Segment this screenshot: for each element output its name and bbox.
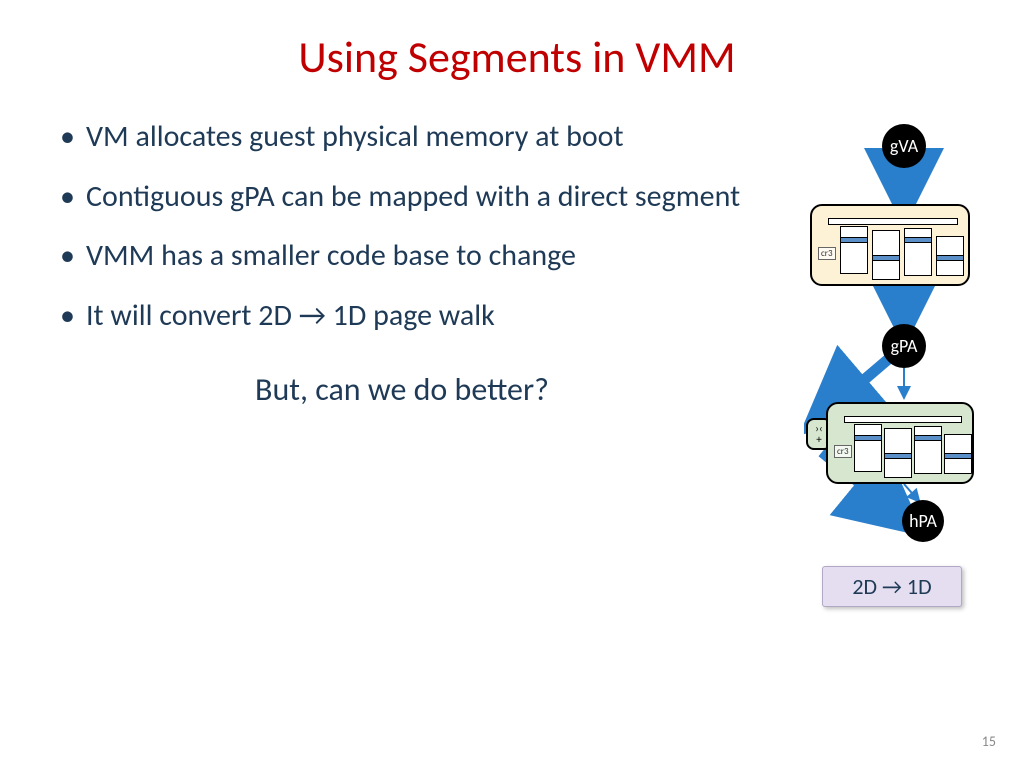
bullet-item: VMM has a smaller code base to change (86, 237, 784, 275)
slide-body: VM allocates guest physical memory at bo… (60, 118, 974, 410)
cr3-label: cr3 (818, 247, 836, 260)
slide: Using Segments in VMM VM allocates guest… (0, 0, 1024, 768)
conversion-badge: 2D → 1D (822, 566, 962, 607)
node-gpa: gPA (882, 324, 926, 368)
bullet-list: VM allocates guest physical memory at bo… (60, 118, 784, 334)
page-number: 15 (982, 733, 996, 750)
node-gva: gVA (882, 124, 926, 168)
diagram: gVA cr3 gPA ›‹ + cr3 (804, 118, 974, 410)
slide-title: Using Segments in VMM (60, 30, 974, 84)
direct-symbol-bot: + (816, 434, 821, 445)
bullets-column: VM allocates guest physical memory at bo… (60, 118, 784, 410)
cr3-label: cr3 (834, 445, 852, 458)
node-hpa: hPA (902, 500, 944, 542)
bullet-item: VM allocates guest physical memory at bo… (86, 118, 784, 156)
bullet-item: It will convert 2D → 1D page walk (86, 297, 784, 335)
host-pagetable-box: cr3 (826, 402, 974, 484)
guest-pagetable-box: cr3 (810, 204, 970, 286)
question-text: But, can we do better? (20, 370, 784, 410)
bullet-item: Contiguous gPA can be mapped with a dire… (86, 178, 784, 216)
